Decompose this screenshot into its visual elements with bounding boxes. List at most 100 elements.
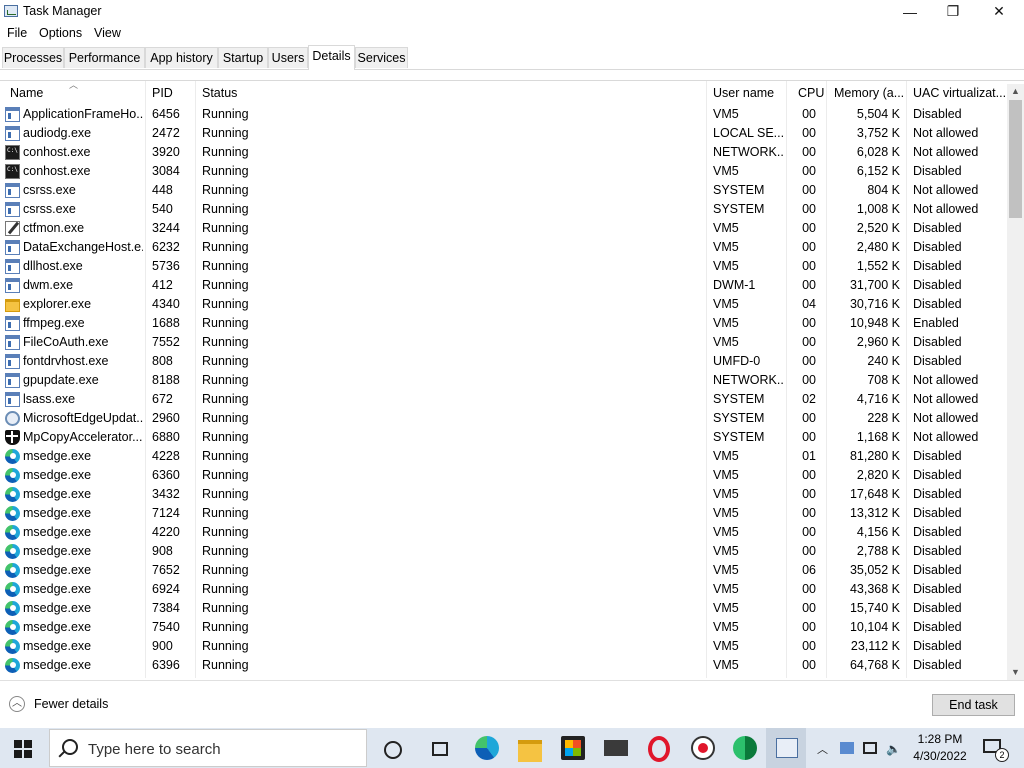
process-row[interactable]: gpupdate.exe 8188 Running NETWORK... 00 708 K… bbox=[0, 371, 1008, 390]
process-row[interactable]: msedge.exe 4228 Running VM5 01 81,280 K Disabl… bbox=[0, 447, 1008, 466]
volume-icon[interactable]: 🔈 bbox=[886, 742, 901, 756]
column-header-uac[interactable]: UAC virtualizat... bbox=[913, 86, 1006, 100]
process-row[interactable]: msedge.exe 7124 Running VM5 00 13,312 K Disabl… bbox=[0, 504, 1008, 523]
process-status-cell: Running bbox=[202, 544, 249, 558]
tab-users[interactable]: Users bbox=[268, 47, 308, 68]
process-uac-cell: Not allowed bbox=[913, 183, 979, 197]
menu-options[interactable]: Options bbox=[39, 26, 82, 40]
file-explorer-icon[interactable] bbox=[518, 740, 542, 762]
process-row[interactable]: msedge.exe 900 Running VM5 00 23,112 K Disable… bbox=[0, 637, 1008, 656]
process-row[interactable]: ffmpeg.exe 1688 Running VM5 00 10,948 K Enable… bbox=[0, 314, 1008, 333]
process-user-cell: VM5 bbox=[713, 259, 739, 273]
mail-icon[interactable] bbox=[604, 740, 628, 756]
system-clock[interactable]: 1:28 PM 4/30/2022 bbox=[912, 731, 968, 765]
process-user-cell: SYSTEM bbox=[713, 430, 765, 444]
column-header-cpu[interactable]: CPU bbox=[798, 86, 824, 100]
opera-browser-icon[interactable] bbox=[648, 736, 670, 762]
process-row[interactable]: conhost.exe 3084 Running VM5 00 6,152 K Disabl… bbox=[0, 162, 1008, 181]
tab-processes[interactable]: Processes bbox=[2, 47, 64, 68]
process-row[interactable]: audiodg.exe 2472 Running LOCAL SE... 00 3,752… bbox=[0, 124, 1008, 143]
process-row[interactable]: msedge.exe 4220 Running VM5 00 4,156 K Disable… bbox=[0, 523, 1008, 542]
tab-services[interactable]: Services bbox=[355, 47, 408, 68]
menu-file[interactable]: File bbox=[7, 26, 27, 40]
process-status-cell: Running bbox=[202, 297, 249, 311]
process-row[interactable]: msedge.exe 6924 Running VM5 00 43,368 K Disabl… bbox=[0, 580, 1008, 599]
column-header-memory[interactable]: Memory (a... bbox=[834, 86, 904, 100]
tab-app-history[interactable]: App history bbox=[145, 47, 218, 68]
vertical-scrollbar[interactable]: ▲ ▼ bbox=[1007, 84, 1024, 680]
process-row[interactable]: MicrosoftEdgeUpdat... 2960 Running SYSTEM 00… bbox=[0, 409, 1008, 428]
column-header-pid[interactable]: PID bbox=[152, 86, 173, 100]
chevron-up-icon[interactable]: ︿ bbox=[9, 696, 25, 712]
column-header-user-name[interactable]: User name bbox=[713, 86, 774, 100]
process-row[interactable]: conhost.exe 3920 Running NETWORK... 00 6,028 … bbox=[0, 143, 1008, 162]
close-button[interactable]: ✕ bbox=[976, 0, 1022, 23]
app-process-icon bbox=[5, 373, 20, 388]
process-row[interactable]: ApplicationFrameHo... 6456 Running VM5 00 5,5… bbox=[0, 105, 1008, 124]
process-uac-cell: Disabled bbox=[913, 525, 962, 539]
tray-app-icon[interactable] bbox=[840, 742, 854, 754]
edge-dev-icon[interactable] bbox=[733, 736, 757, 760]
screen-recorder-icon[interactable] bbox=[691, 736, 715, 760]
show-hidden-icons-icon[interactable]: ︿ bbox=[817, 741, 828, 757]
task-manager-taskbar-icon[interactable] bbox=[766, 728, 806, 768]
edge-process-icon bbox=[5, 639, 20, 654]
process-row[interactable]: dllhost.exe 5736 Running VM5 00 1,552 K Disabl… bbox=[0, 257, 1008, 276]
column-header-name[interactable]: Name bbox=[10, 86, 43, 100]
process-row[interactable]: explorer.exe 4340 Running VM5 04 30,716 K Disa… bbox=[0, 295, 1008, 314]
process-row[interactable]: csrss.exe 448 Running SYSTEM 00 804 K Not allo… bbox=[0, 181, 1008, 200]
scroll-up-arrow-icon[interactable]: ▲ bbox=[1007, 84, 1024, 99]
process-row[interactable]: msedge.exe 7384 Running VM5 00 15,740 K Disabl… bbox=[0, 599, 1008, 618]
process-row[interactable]: dwm.exe 412 Running DWM-1 00 31,700 K Disabled bbox=[0, 276, 1008, 295]
process-row[interactable]: msedge.exe 908 Running VM5 00 2,788 K Disabled bbox=[0, 542, 1008, 561]
edge-browser-icon[interactable] bbox=[475, 736, 499, 760]
app-process-icon bbox=[5, 259, 20, 274]
process-name-cell: msedge.exe bbox=[23, 506, 92, 520]
app-process-icon bbox=[5, 335, 20, 350]
taskbar: Type here to search ︿ 🔈 1:28 PM 4/30/202… bbox=[0, 728, 1024, 768]
fewer-details-link[interactable]: Fewer details bbox=[34, 697, 108, 711]
taskbar-search-box[interactable]: Type here to search bbox=[49, 729, 367, 767]
process-row[interactable]: msedge.exe 6396 Running VM5 00 64,768 K Disabl… bbox=[0, 656, 1008, 675]
process-pid-cell: 6360 bbox=[152, 468, 180, 482]
minimize-button[interactable]: — bbox=[887, 0, 933, 23]
process-pid-cell: 1688 bbox=[152, 316, 180, 330]
process-name-cell: msedge.exe bbox=[23, 658, 92, 672]
process-row[interactable]: MpCopyAccelerator.... 6880 Running SYSTEM 00… bbox=[0, 428, 1008, 447]
app-process-icon bbox=[5, 392, 20, 407]
tab-startup[interactable]: Startup bbox=[218, 47, 268, 68]
process-row[interactable]: msedge.exe 3432 Running VM5 00 17,648 K Disabl… bbox=[0, 485, 1008, 504]
process-row[interactable]: csrss.exe 540 Running SYSTEM 00 1,008 K Not al… bbox=[0, 200, 1008, 219]
process-pid-cell: 3084 bbox=[152, 164, 180, 178]
tab-performance[interactable]: Performance bbox=[64, 47, 145, 68]
process-row[interactable]: msedge.exe 6360 Running VM5 00 2,820 K Disable… bbox=[0, 466, 1008, 485]
footer-bar: ︿ Fewer details End task bbox=[0, 680, 1024, 729]
update-process-icon bbox=[5, 411, 20, 426]
process-row[interactable]: msedge.exe 7652 Running VM5 06 35,052 K Disabl… bbox=[0, 561, 1008, 580]
process-row[interactable]: fontdrvhost.exe 808 Running UMFD-0 00 240 K Di… bbox=[0, 352, 1008, 371]
process-row[interactable]: lsass.exe 672 Running SYSTEM 02 4,716 K Not al… bbox=[0, 390, 1008, 409]
edge-process-icon bbox=[5, 506, 20, 521]
process-row[interactable]: ctfmon.exe 3244 Running VM5 00 2,520 K Disable… bbox=[0, 219, 1008, 238]
task-view-icon[interactable] bbox=[432, 742, 448, 756]
cortana-icon[interactable] bbox=[384, 741, 402, 759]
windows-start-icon[interactable] bbox=[14, 740, 32, 758]
process-row[interactable]: msedge.exe 7540 Running VM5 00 10,104 K Disabl… bbox=[0, 618, 1008, 637]
microsoft-store-icon[interactable] bbox=[561, 736, 585, 760]
process-cpu-cell: 00 bbox=[802, 620, 816, 634]
maximize-button[interactable]: ❐ bbox=[930, 0, 976, 23]
column-header-status[interactable]: Status bbox=[202, 86, 237, 100]
scroll-down-arrow-icon[interactable]: ▼ bbox=[1007, 665, 1024, 680]
network-icon[interactable] bbox=[863, 742, 877, 754]
process-row[interactable]: FileCoAuth.exe 7552 Running VM5 00 2,960 K Dis… bbox=[0, 333, 1008, 352]
process-row[interactable]: DataExchangeHost.e... 6232 Running VM5 00 2,4… bbox=[0, 238, 1008, 257]
scroll-thumb[interactable] bbox=[1009, 100, 1022, 218]
process-cpu-cell: 00 bbox=[802, 316, 816, 330]
menu-view[interactable]: View bbox=[94, 26, 121, 40]
edge-process-icon bbox=[5, 601, 20, 616]
process-memory-cell: 804 K bbox=[867, 183, 900, 197]
process-name-cell: msedge.exe bbox=[23, 544, 92, 558]
tab-details[interactable]: Details bbox=[308, 45, 355, 70]
process-cpu-cell: 00 bbox=[802, 639, 816, 653]
end-task-button[interactable]: End task bbox=[932, 694, 1015, 716]
